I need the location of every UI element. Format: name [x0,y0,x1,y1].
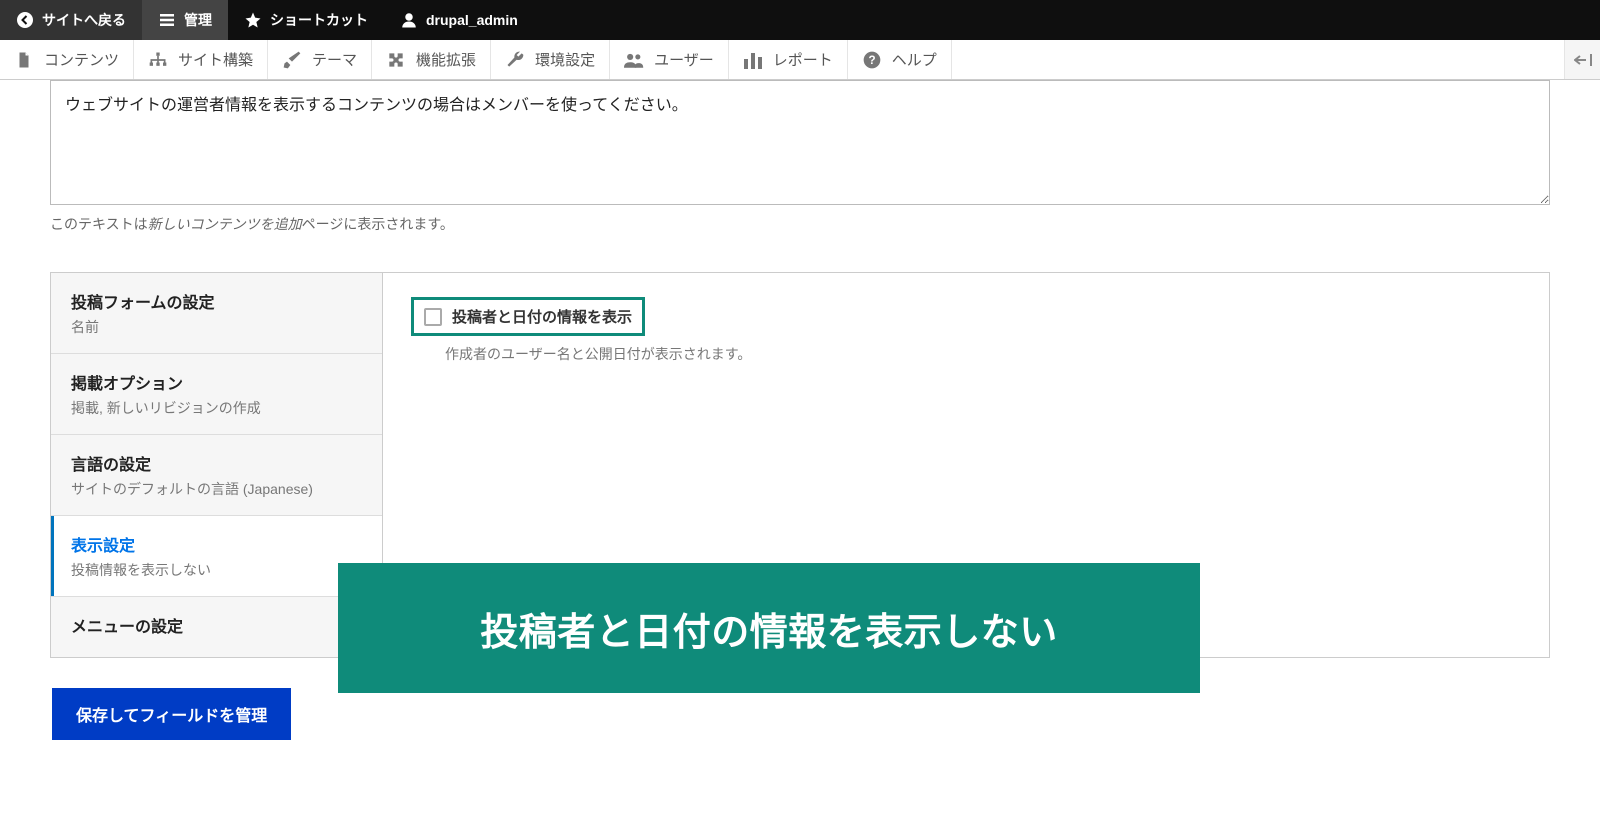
structure-icon [148,50,168,70]
tab-summary: 投稿情報を表示しない [71,560,362,580]
author-date-checkbox[interactable] [424,308,442,326]
vertical-tabs: 投稿フォームの設定 名前 掲載オプション 掲載, 新しいリビジョンの作成 言語の… [50,272,1550,658]
description-block: このテキストは新しいコンテンツを追加ページに表示されます。 [50,80,1550,234]
manage-label: 管理 [184,10,212,30]
display-settings-panel: 投稿者と日付の情報を表示 作成者のユーザー名と公開日付が表示されます。 [383,273,1549,657]
description-textarea[interactable] [50,80,1550,205]
tab-publishing-options[interactable]: 掲載オプション 掲載, 新しいリビジョンの作成 [51,354,382,435]
tab-summary: サイトのデフォルトの言語 (Japanese) [71,479,362,499]
admin-toolbar: サイトへ戻る 管理 ショートカット drupal_admin [0,0,1600,40]
menu-reports[interactable]: レポート [729,40,848,79]
menu-structure-label: サイト構築 [178,49,253,70]
menu-extend[interactable]: 機能拡張 [372,40,491,79]
author-date-help: 作成者のユーザー名と公開日付が表示されます。 [445,344,1521,364]
tab-summary: 名前 [71,317,362,337]
menu-content[interactable]: コンテンツ [0,40,134,79]
menu-people[interactable]: ユーザー [610,40,729,79]
menu-config-label: 環境設定 [535,49,595,70]
user-icon [400,11,418,29]
menu-help-label: ヘルプ [892,49,937,70]
help-before: このテキストは [50,216,148,232]
wrench-icon [505,50,525,70]
tab-display-settings[interactable]: 表示設定 投稿情報を表示しない [51,516,382,597]
tab-language-settings[interactable]: 言語の設定 サイトのデフォルトの言語 (Japanese) [51,435,382,516]
admin-menubar: コンテンツ サイト構築 テーマ 機能拡張 環境設定 ユーザー レポート [0,40,1600,80]
menu-appearance-label: テーマ [312,49,357,70]
vertical-tabs-list: 投稿フォームの設定 名前 掲載オプション 掲載, 新しいリビジョンの作成 言語の… [51,273,383,657]
bar-chart-icon [743,50,763,70]
user-label: drupal_admin [426,12,518,28]
save-and-manage-fields-button[interactable]: 保存してフィールドを管理 [52,688,291,740]
star-icon [244,11,262,29]
back-to-site[interactable]: サイトへ戻る [0,0,142,40]
menu-help[interactable]: ? ヘルプ [848,40,952,79]
menu-content-label: コンテンツ [44,49,119,70]
menu-extend-label: 機能拡張 [416,49,476,70]
tab-submission-form[interactable]: 投稿フォームの設定 名前 [51,273,382,354]
author-date-highlight-box: 投稿者と日付の情報を表示 [411,297,645,336]
back-to-site-label: サイトへ戻る [42,10,126,30]
tab-menu-settings[interactable]: メニューの設定 [51,597,382,657]
tab-title: 掲載オプション [71,370,362,394]
help-italic: 新しいコンテンツを追加 [148,216,302,232]
help-after: ページに表示されます。 [302,216,454,232]
question-icon: ? [862,50,882,70]
people-icon [624,50,644,70]
user-menu[interactable]: drupal_admin [384,0,534,40]
tab-summary: 掲載, 新しいリビジョンの作成 [71,398,362,418]
puzzle-icon [386,50,406,70]
tab-title: 表示設定 [71,532,362,556]
menu-structure[interactable]: サイト構築 [134,40,268,79]
svg-text:?: ? [868,54,875,67]
arrow-left-circle-icon [16,11,34,29]
document-icon [14,50,34,70]
tab-title: メニューの設定 [71,613,362,637]
author-date-label[interactable]: 投稿者と日付の情報を表示 [452,306,632,327]
shortcuts-link[interactable]: ショートカット [228,0,384,40]
description-help-text: このテキストは新しいコンテンツを追加ページに表示されます。 [50,214,1550,234]
menu-config[interactable]: 環境設定 [491,40,610,79]
hamburger-icon [158,11,176,29]
tab-title: 投稿フォームの設定 [71,289,362,313]
menu-reports-label: レポート [773,49,833,70]
paintbrush-icon [282,50,302,70]
tab-title: 言語の設定 [71,451,362,475]
menu-appearance[interactable]: テーマ [268,40,372,79]
menu-people-label: ユーザー [654,49,714,70]
content-area: このテキストは新しいコンテンツを追加ページに表示されます。 投稿フォームの設定 … [0,80,1600,780]
manage-toggle[interactable]: 管理 [142,0,228,40]
collapse-toolbar-button[interactable] [1564,40,1600,79]
collapse-icon [1574,53,1592,67]
shortcuts-label: ショートカット [270,10,368,30]
